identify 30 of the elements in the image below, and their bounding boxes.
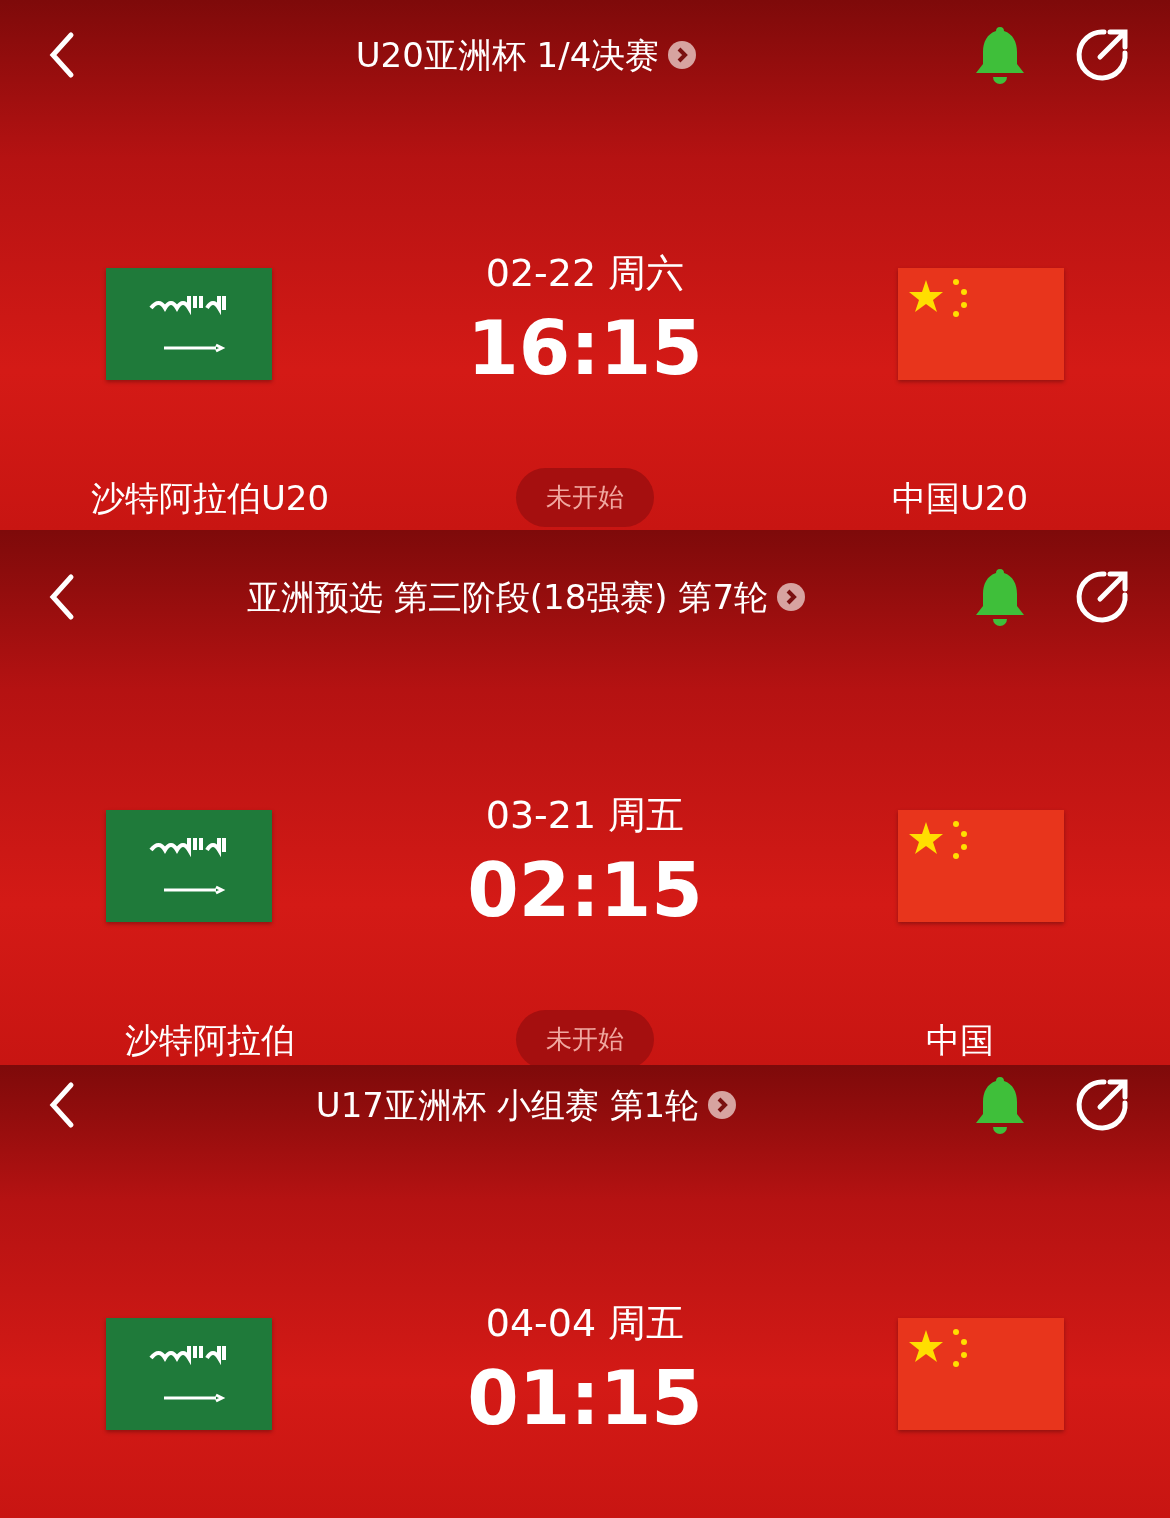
match-date: 02-22 周六 (485, 250, 685, 297)
competition-title[interactable]: 亚洲预选 第三阶段(18强赛) 第7轮 (246, 571, 768, 623)
kickoff-time: 01:15 (467, 1358, 703, 1438)
saudi-flag-icon (106, 268, 272, 380)
competition-title[interactable]: U17亚洲杯 小组赛 第1轮 (315, 1079, 700, 1131)
chevron-icon[interactable] (667, 40, 698, 70)
kickoff-time: 16:15 (467, 308, 703, 388)
kickoff-time: 02:15 (467, 850, 703, 930)
match-status: 未开始 (516, 1010, 654, 1065)
bell-icon[interactable] (974, 25, 1026, 85)
china-flag-icon (898, 810, 1064, 922)
china-flag-icon (898, 1318, 1064, 1430)
saudi-flag-icon (106, 810, 272, 922)
chevron-icon[interactable] (776, 582, 806, 612)
team-name: 中国 (926, 1018, 994, 1062)
bell-icon[interactable] (974, 1075, 1026, 1135)
match-date: 04-04 周五 (485, 1300, 685, 1347)
china-flag-icon (898, 268, 1064, 380)
team-name: 沙特阿拉伯 (125, 1018, 295, 1062)
share-icon[interactable] (1074, 1077, 1130, 1133)
match-date: 03-21 周五 (485, 792, 685, 839)
bell-icon[interactable] (974, 567, 1026, 627)
share-icon[interactable] (1074, 569, 1130, 625)
saudi-flag-icon (106, 1318, 272, 1430)
chevron-icon[interactable] (707, 1090, 738, 1120)
match-status: 未开始 (516, 468, 654, 527)
team-name: 沙特阿拉伯U20 (90, 476, 330, 520)
team-name: 中国U20 (891, 476, 1029, 520)
competition-title[interactable]: U20亚洲杯 1/4决赛 (355, 29, 660, 81)
share-icon[interactable] (1074, 27, 1130, 83)
